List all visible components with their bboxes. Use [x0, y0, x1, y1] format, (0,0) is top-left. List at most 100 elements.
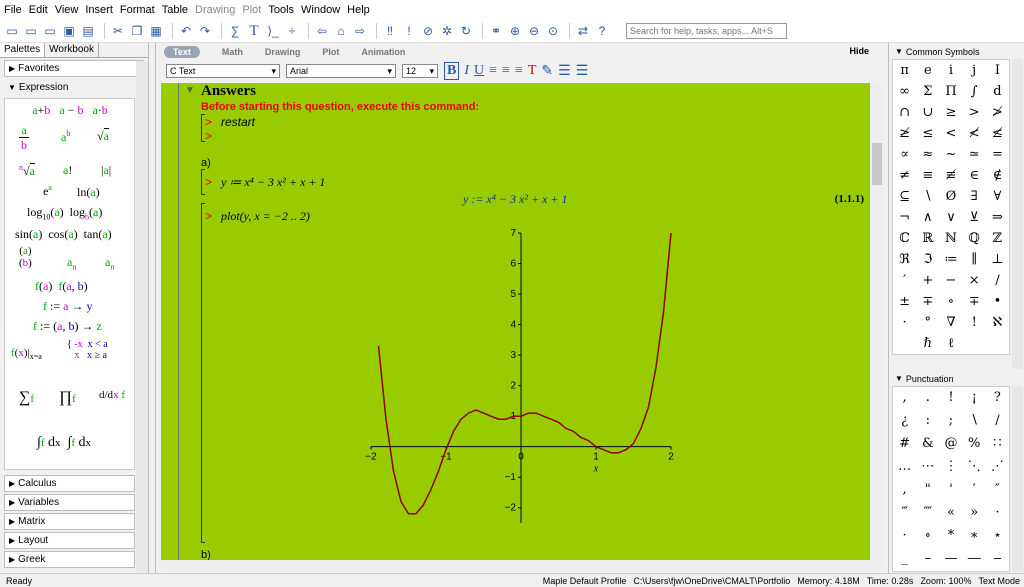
palette-greek[interactable]: ▶ Greek: [4, 551, 135, 568]
common-symbol[interactable]: !: [963, 312, 986, 333]
text-icon[interactable]: T: [246, 23, 262, 39]
menu-help[interactable]: Help: [347, 4, 370, 16]
punct-symbol[interactable]: *: [939, 525, 962, 546]
common-symbol[interactable]: ′: [893, 270, 916, 291]
insert-region-icon[interactable]: ÷: [284, 23, 300, 39]
help-icon[interactable]: ?: [594, 23, 610, 39]
punct-symbol[interactable]: ∘: [916, 525, 939, 546]
menu-edit[interactable]: Edit: [29, 4, 48, 16]
numbered-list-icon[interactable]: ☰: [576, 63, 589, 80]
common-symbol[interactable]: ≥: [939, 102, 962, 123]
common-symbol[interactable]: [963, 333, 986, 354]
punct-symbol[interactable]: ‴: [893, 502, 916, 523]
common-symbol[interactable]: ℚ: [963, 228, 986, 249]
document-scroll-thumb[interactable]: [872, 143, 882, 185]
plot-command[interactable]: plot(y, x = −2 .. 2): [221, 209, 310, 224]
menu-table[interactable]: Table: [162, 4, 188, 16]
copy-icon[interactable]: ❐: [129, 23, 145, 39]
expr-integral[interactable]: ∫f dx ∫f dx: [37, 435, 91, 451]
common-symbol[interactable]: /: [986, 270, 1009, 291]
expr-piecewise[interactable]: { -x x < a x x ≥ a: [67, 339, 108, 361]
zoom-in-icon[interactable]: ⊕: [507, 23, 523, 39]
common-symbol[interactable]: ∖: [916, 186, 939, 207]
expr-exp[interactable]: ea: [43, 183, 52, 199]
plot-output[interactable]: −2 −1 0 1 2−2−11234567x: [361, 223, 681, 543]
zoom-icon[interactable]: ⊙: [545, 23, 561, 39]
common-symbol[interactable]: ≱: [893, 123, 916, 144]
swap-icon[interactable]: ⇄: [575, 23, 591, 39]
punct-symbol[interactable]: ": [916, 479, 939, 500]
math-icon[interactable]: ∑: [227, 23, 243, 39]
undo-icon[interactable]: ↶: [178, 23, 194, 39]
punct-symbol[interactable]: ·: [893, 525, 916, 546]
punct-symbol[interactable]: !: [939, 387, 962, 408]
punct-symbol[interactable]: ,: [893, 387, 916, 408]
common-symbol[interactable]: i: [939, 60, 962, 81]
worksheet[interactable]: ▼ Answers Before starting this question,…: [161, 83, 870, 560]
bold-icon[interactable]: B: [444, 62, 460, 80]
expr-factorial[interactable]: a!: [63, 163, 72, 178]
palette-favorites[interactable]: ▶ Favorites: [4, 60, 144, 77]
menu-format[interactable]: Format: [120, 4, 155, 16]
common-symbol[interactable]: ≈: [916, 144, 939, 165]
italic-icon[interactable]: I: [464, 63, 469, 79]
common-symbol[interactable]: ≡: [916, 165, 939, 186]
new-icon[interactable]: ▭: [4, 23, 20, 39]
common-symbol[interactable]: ∇: [939, 312, 962, 333]
tab-animation[interactable]: Animation: [361, 47, 405, 57]
common-symbol[interactable]: ~: [939, 144, 962, 165]
align-left-icon[interactable]: ≡: [489, 63, 497, 79]
expr-arrow[interactable]: f := a → y: [43, 299, 92, 314]
punct-symbol[interactable]: «: [939, 502, 962, 523]
expr-index[interactable]: an: [105, 255, 114, 271]
common-symbol[interactable]: ℂ: [893, 228, 916, 249]
open-icon[interactable]: ▭: [42, 23, 58, 39]
punct-symbol[interactable]: ∷: [986, 433, 1009, 454]
common-symbol[interactable]: ·: [893, 312, 916, 333]
menu-view[interactable]: View: [55, 4, 79, 16]
zoom-out-icon[interactable]: ⊖: [526, 23, 542, 39]
restart-icon[interactable]: ↻: [458, 23, 474, 39]
punct-symbol[interactable]: /: [986, 410, 1009, 431]
size-select[interactable]: 12 ▾: [402, 64, 438, 78]
document-hscrollbar[interactable]: [161, 560, 884, 571]
punct-symbol[interactable]: %: [963, 433, 986, 454]
punct-symbol[interactable]: ∗: [963, 525, 986, 546]
execute-icon[interactable]: !: [401, 23, 417, 39]
common-symbol[interactable]: ≰: [986, 123, 1009, 144]
menu-drawing[interactable]: Drawing: [195, 4, 235, 16]
punct-symbol[interactable]: ': [939, 479, 962, 500]
common-symbol[interactable]: ⊥: [986, 249, 1009, 270]
common-symbol[interactable]: =: [986, 144, 1009, 165]
menu-file[interactable]: File: [4, 4, 22, 16]
hide-button[interactable]: Hide: [849, 46, 869, 56]
expr-power[interactable]: ab: [61, 129, 70, 145]
common-symbol[interactable]: ∪: [916, 102, 939, 123]
symbols-scrollbar[interactable]: [1012, 59, 1023, 369]
punct-symbol[interactable]: ″: [986, 479, 1009, 500]
common-symbol[interactable]: π: [893, 60, 916, 81]
common-symbol[interactable]: ≢: [939, 165, 962, 186]
common-symbol[interactable]: j: [963, 60, 986, 81]
punct-symbol[interactable]: ⋮: [939, 456, 962, 477]
expr-fraction[interactable]: ab: [19, 123, 29, 153]
expr-subscript[interactable]: an: [67, 255, 76, 271]
common-symbol[interactable]: >: [963, 102, 986, 123]
palette-scrollbar[interactable]: [136, 61, 148, 571]
punctuation-header[interactable]: ▼ Punctuation: [892, 372, 1010, 385]
common-symbol[interactable]: ≤: [916, 123, 939, 144]
highlight-icon[interactable]: ✎: [541, 63, 553, 80]
common-symbol[interactable]: ≔: [939, 249, 962, 270]
common-symbol[interactable]: ℵ: [986, 312, 1009, 333]
define-command[interactable]: y ≔ x⁴ − 3 x² + x + 1: [221, 175, 325, 190]
punct-symbol[interactable]: ⁗: [916, 502, 939, 523]
common-symbols-header[interactable]: ▼ Common Symbols: [892, 45, 1010, 58]
underline-icon[interactable]: U: [474, 63, 484, 79]
punct-symbol[interactable]: ⋯: [916, 456, 939, 477]
punct-symbol[interactable]: ·: [986, 502, 1009, 523]
paste-icon[interactable]: ▦: [148, 23, 164, 39]
common-symbol[interactable]: ¬: [893, 207, 916, 228]
common-symbol[interactable]: ∨: [939, 207, 962, 228]
punct-symbol[interactable]: ⋆: [986, 525, 1009, 546]
expr-trig[interactable]: sin(a) cos(a) tan(a): [15, 227, 112, 242]
